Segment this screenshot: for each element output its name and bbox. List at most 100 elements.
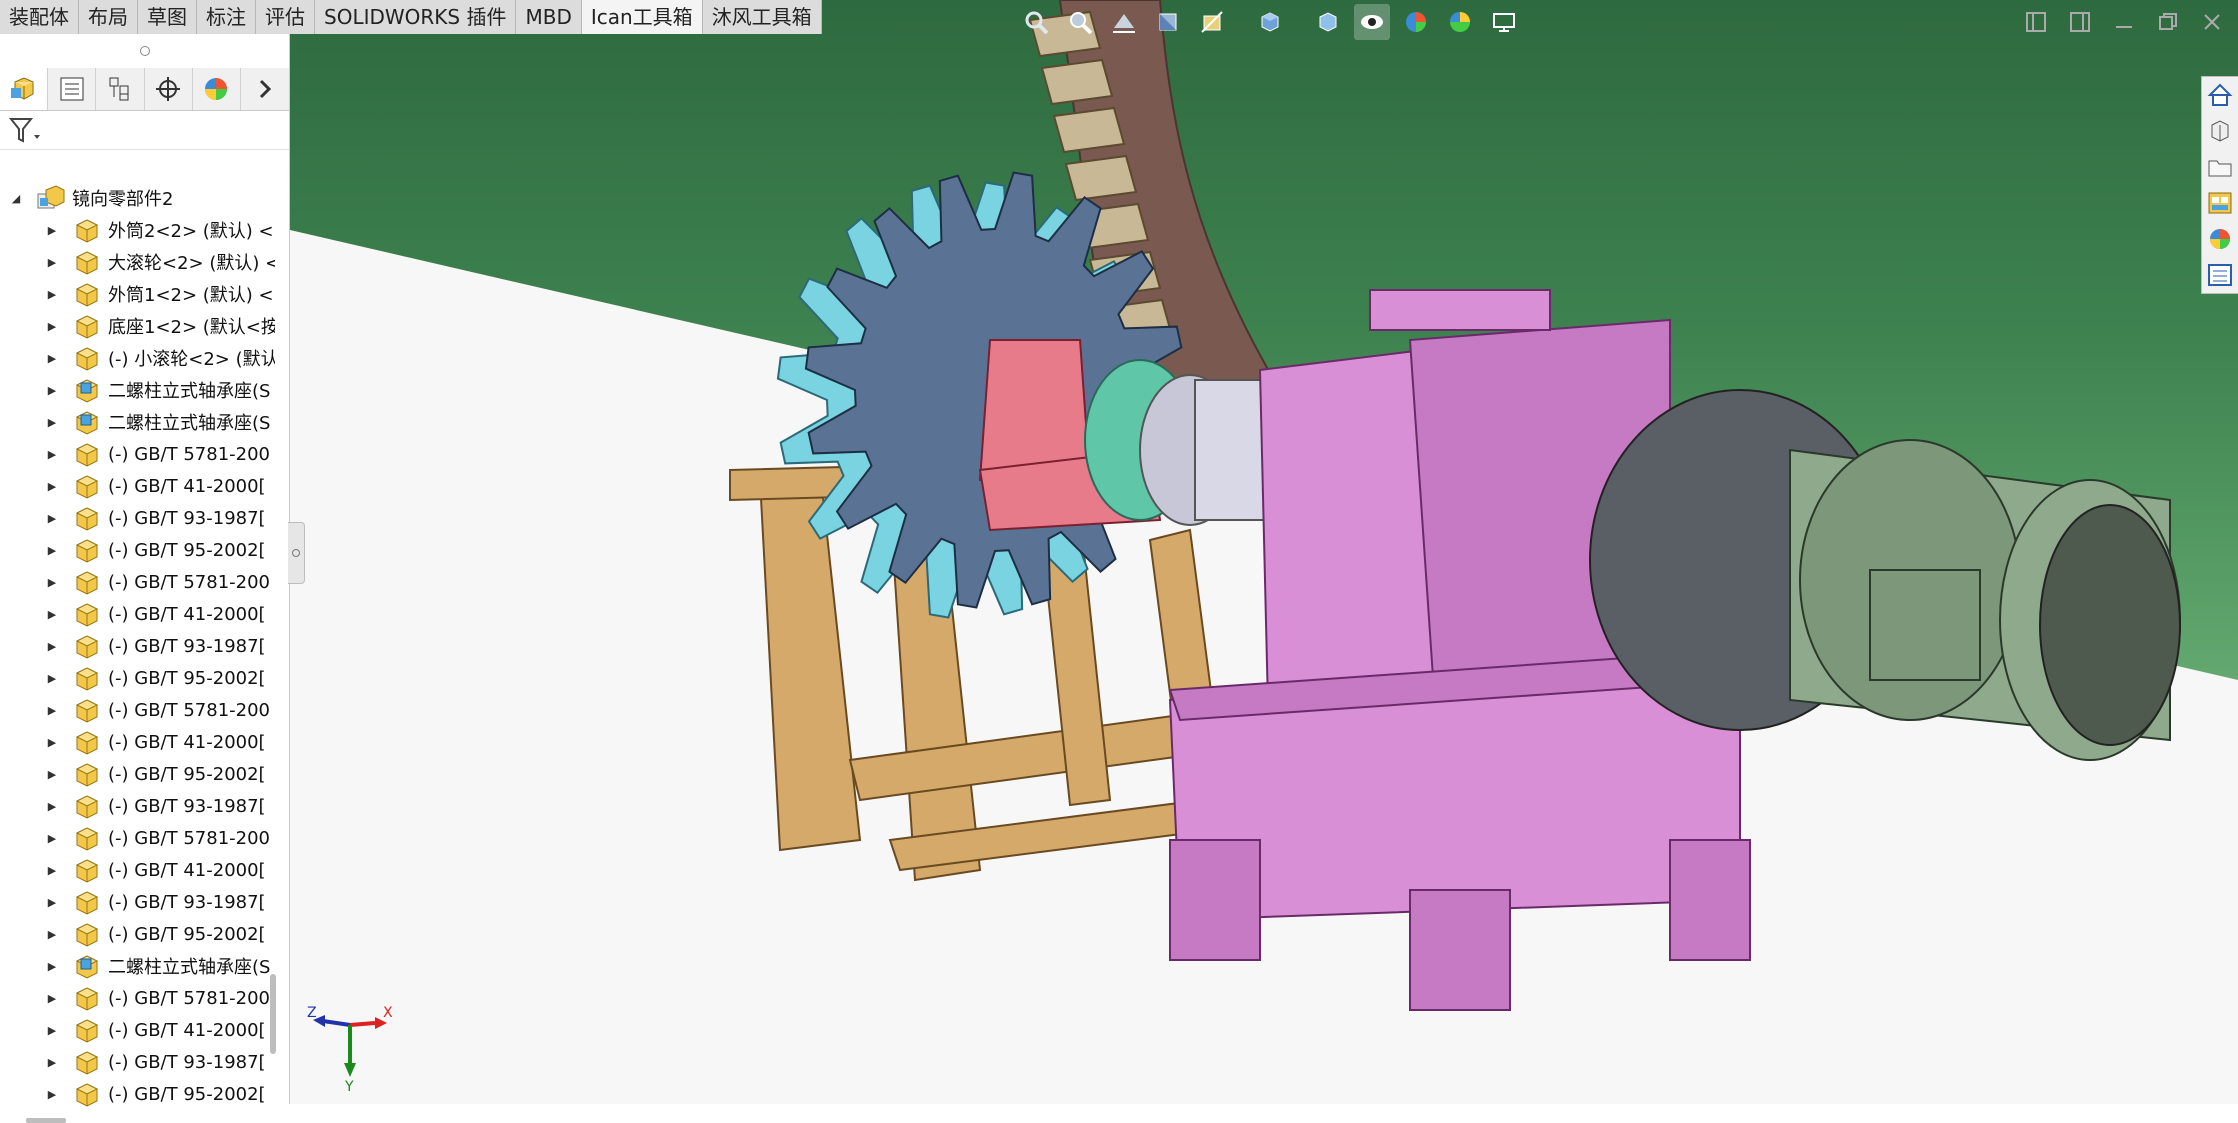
tab-1[interactable]: 布局 <box>79 0 138 34</box>
expand-caret-icon[interactable]: ▶ <box>46 918 58 950</box>
expand-caret-icon[interactable]: ▶ <box>46 1078 58 1110</box>
tree-item[interactable]: ▶ (-) GB/T 5781-200 <box>0 982 275 1014</box>
tile-right-icon[interactable] <box>2064 6 2096 38</box>
more-tabs-chevron-icon[interactable] <box>241 68 289 110</box>
tree-item[interactable]: ▶ (-) GB/T 41-2000[ <box>0 598 275 630</box>
tree-item[interactable]: ▶ (-) GB/T 41-2000[ <box>0 854 275 886</box>
feature-manager-icon[interactable] <box>0 68 49 110</box>
display-style-icon[interactable] <box>1310 4 1346 40</box>
expand-caret-icon[interactable]: ▶ <box>46 1014 58 1046</box>
file-explorer-icon[interactable] <box>2202 149 2238 185</box>
tree-item[interactable]: ▶ (-) GB/T 95-2002[ <box>0 534 275 566</box>
tree-item[interactable]: ▶ 二螺柱立式轴承座(S <box>0 950 275 982</box>
edit-appearance-icon[interactable] <box>1398 4 1434 40</box>
expand-caret-icon[interactable]: ▶ <box>46 342 58 374</box>
section-view-icon[interactable] <box>1150 4 1186 40</box>
apply-scene-icon[interactable] <box>1442 4 1478 40</box>
expand-caret-icon[interactable]: ▶ <box>46 694 58 726</box>
tab-7[interactable]: Ican工具箱 <box>581 0 703 34</box>
tree-item[interactable]: ▶ (-) GB/T 93-1987[ <box>0 1046 275 1078</box>
tree-item[interactable]: ▶ (-) GB/T 5781-200 <box>0 438 275 470</box>
tree-item[interactable]: ▶ 大滚轮<2> (默认) < <box>0 246 275 278</box>
view-orientation-icon[interactable] <box>1252 4 1288 40</box>
tree-item[interactable]: ▶ 外筒1<2> (默认) < <box>0 278 275 310</box>
configuration-manager-icon[interactable] <box>96 68 145 110</box>
tree-item[interactable]: ▶ (-) 小滚轮<2> (默认 <box>0 342 275 374</box>
tree-item[interactable]: ▶ (-) GB/T 95-2002[ <box>0 1078 275 1110</box>
tab-0[interactable]: 装配体 <box>0 0 79 34</box>
tree-item[interactable]: ▶ (-) GB/T 95-2002[ <box>0 758 275 790</box>
expand-caret-icon[interactable]: ▶ <box>46 662 58 694</box>
restore-icon[interactable] <box>2152 6 2184 38</box>
tree-item[interactable]: ▶ (-) GB/T 93-1987[ <box>0 886 275 918</box>
tree-item[interactable]: ▶ (-) GB/T 93-1987[ <box>0 790 275 822</box>
tree-item[interactable]: ▶ 外筒2<2> (默认) < <box>0 214 275 246</box>
expand-caret-icon[interactable]: ▶ <box>46 758 58 790</box>
expand-caret-icon[interactable]: ▶ <box>46 822 58 854</box>
expand-caret-icon[interactable]: ▶ <box>46 374 58 406</box>
home-icon[interactable] <box>2202 77 2238 113</box>
tree-item[interactable]: ▶ (-) GB/T 41-2000[ <box>0 726 275 758</box>
tree-item[interactable]: ▶ (-) GB/T 41-2000[ <box>0 1014 275 1046</box>
view-palette-icon[interactable] <box>2202 185 2238 221</box>
tree-item[interactable]: ▶ (-) GB/T 5781-200 <box>0 822 275 854</box>
zoom-to-fit-icon[interactable] <box>1018 4 1054 40</box>
expand-caret-icon[interactable]: ▶ <box>46 950 58 982</box>
graphics-area[interactable] <box>290 0 2238 1104</box>
tree-item[interactable]: ▶ (-) GB/T 5781-200 <box>0 566 275 598</box>
tree-item[interactable]: ▶ 二螺柱立式轴承座(S <box>0 374 275 406</box>
expand-caret-icon[interactable]: ▶ <box>46 630 58 662</box>
expand-caret-icon[interactable]: ▶ <box>46 598 58 630</box>
tree-item[interactable]: ▶ (-) GB/T 95-2002[ <box>0 918 275 950</box>
expand-caret-icon[interactable]: ▶ <box>46 726 58 758</box>
tree-vertical-scrollbar[interactable] <box>270 974 276 1054</box>
tree-item[interactable]: ▶ 底座1<2> (默认<按 <box>0 310 275 342</box>
tab-2[interactable]: 草图 <box>138 0 197 34</box>
custom-properties-icon[interactable] <box>2202 257 2238 293</box>
close-icon[interactable] <box>2196 6 2228 38</box>
dimxpert-icon[interactable] <box>145 68 193 110</box>
tab-8[interactable]: 沐风工具箱 <box>702 0 822 34</box>
tree-item[interactable]: ▶ (-) GB/T 93-1987[ <box>0 630 275 662</box>
expand-caret-icon[interactable]: ▶ <box>46 502 58 534</box>
expand-caret-icon[interactable]: ▶ <box>46 790 58 822</box>
tab-3[interactable]: 标注 <box>197 0 256 34</box>
expand-caret-icon[interactable]: ▶ <box>46 1046 58 1078</box>
expand-caret-icon[interactable]: ▶ <box>46 886 58 918</box>
tab-5[interactable]: SOLIDWORKS 插件 <box>315 0 517 34</box>
tab-6[interactable]: MBD <box>516 0 582 34</box>
expand-caret-icon[interactable]: ▶ <box>46 438 58 470</box>
expand-caret-icon[interactable]: ▶ <box>46 406 58 438</box>
minimize-icon[interactable] <box>2108 6 2140 38</box>
display-manager-icon[interactable] <box>193 68 241 110</box>
tree-horizontal-scrollbar[interactable] <box>26 1118 66 1123</box>
appearances-icon[interactable] <box>2202 221 2238 257</box>
expand-caret-icon[interactable]: ▶ <box>46 470 58 502</box>
zoom-area-icon[interactable] <box>1062 4 1098 40</box>
tree-item[interactable]: ▶ (-) GB/T 93-1987[ <box>0 502 275 534</box>
expand-caret-icon[interactable]: ▶ <box>46 534 58 566</box>
tree-root[interactable]: ◢ 镜向零部件2 <box>0 182 275 214</box>
panel-collapse-handle[interactable] <box>288 522 305 584</box>
panel-grip[interactable] <box>0 34 289 68</box>
tree-item[interactable]: ▶ 二螺柱立式轴承座(S <box>0 406 275 438</box>
tile-left-icon[interactable] <box>2020 6 2052 38</box>
design-library-icon[interactable] <box>2202 113 2238 149</box>
previous-view-icon[interactable] <box>1106 4 1142 40</box>
expand-caret-icon[interactable]: ▶ <box>46 278 58 310</box>
tree-item[interactable]: ▶ (-) GB/T 41-2000[ <box>0 470 275 502</box>
filter-icon[interactable] <box>8 115 42 145</box>
expand-caret-icon[interactable]: ▶ <box>46 246 58 278</box>
tab-4[interactable]: 评估 <box>256 0 315 34</box>
expand-caret-icon[interactable]: ▶ <box>46 566 58 598</box>
expand-caret-icon[interactable]: ▶ <box>46 214 58 246</box>
property-manager-icon[interactable] <box>48 68 97 110</box>
expand-caret-icon[interactable]: ▶ <box>46 310 58 342</box>
expand-caret-icon[interactable]: ▶ <box>46 854 58 886</box>
tree-item[interactable]: ▶ (-) GB/T 95-2002[ <box>0 662 275 694</box>
hide-show-items-icon[interactable] <box>1354 4 1390 40</box>
dynamic-annotation-icon[interactable] <box>1194 4 1230 40</box>
tree-item[interactable]: ▶ (-) GB/T 5781-200 <box>0 694 275 726</box>
expand-caret-icon[interactable]: ◢ <box>10 182 22 214</box>
expand-caret-icon[interactable]: ▶ <box>46 982 58 1014</box>
